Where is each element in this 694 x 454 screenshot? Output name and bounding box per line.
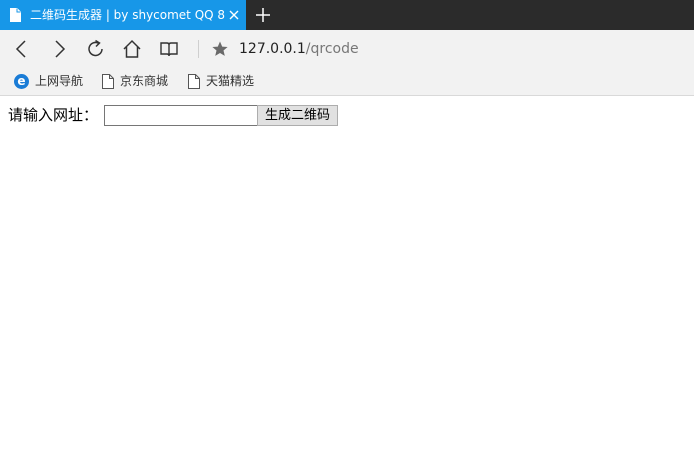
generate-qrcode-button[interactable]: 生成二维码 [257,105,338,126]
forward-arrow-icon[interactable] [48,38,70,60]
page-icon [102,73,114,89]
address-host: 127.0.0.1 [239,41,306,57]
new-tab-icon[interactable] [254,6,272,24]
address-bar[interactable]: 127.0.0.1/qrcode [239,39,359,59]
page-icon [188,73,200,89]
close-icon[interactable] [228,9,240,21]
toolbar-divider [198,40,199,58]
favorite-label: 上网导航 [35,74,84,88]
document-icon [10,8,21,22]
favorite-label: 天猫精选 [206,74,255,88]
url-prompt-label: 请输入网址： [8,106,99,124]
ie-icon: e [14,73,29,89]
reading-view-icon[interactable] [158,38,180,60]
favorites-bar: e 上网导航 京东商城 天猫精选 [0,67,694,96]
star-icon[interactable] [211,40,229,58]
home-icon[interactable] [121,38,143,60]
url-input[interactable] [104,105,258,126]
navigation-bar: 127.0.0.1/qrcode [0,30,694,67]
refresh-icon[interactable] [85,38,107,60]
address-path: /qrcode [305,41,359,57]
tab-strip: 二维码生成器 | by shycomet QQ 81 [0,0,694,30]
tab-title: 二维码生成器 | by shycomet QQ 81 [30,8,226,22]
favorite-item-jd[interactable]: 京东商城 [102,72,168,90]
favorite-item-nav[interactable]: e 上网导航 [14,72,83,90]
favorite-label: 京东商城 [120,74,169,88]
back-arrow-icon[interactable] [11,38,33,60]
favorite-item-tmall[interactable]: 天猫精选 [188,72,254,90]
active-tab[interactable]: 二维码生成器 | by shycomet QQ 81 [0,0,246,30]
